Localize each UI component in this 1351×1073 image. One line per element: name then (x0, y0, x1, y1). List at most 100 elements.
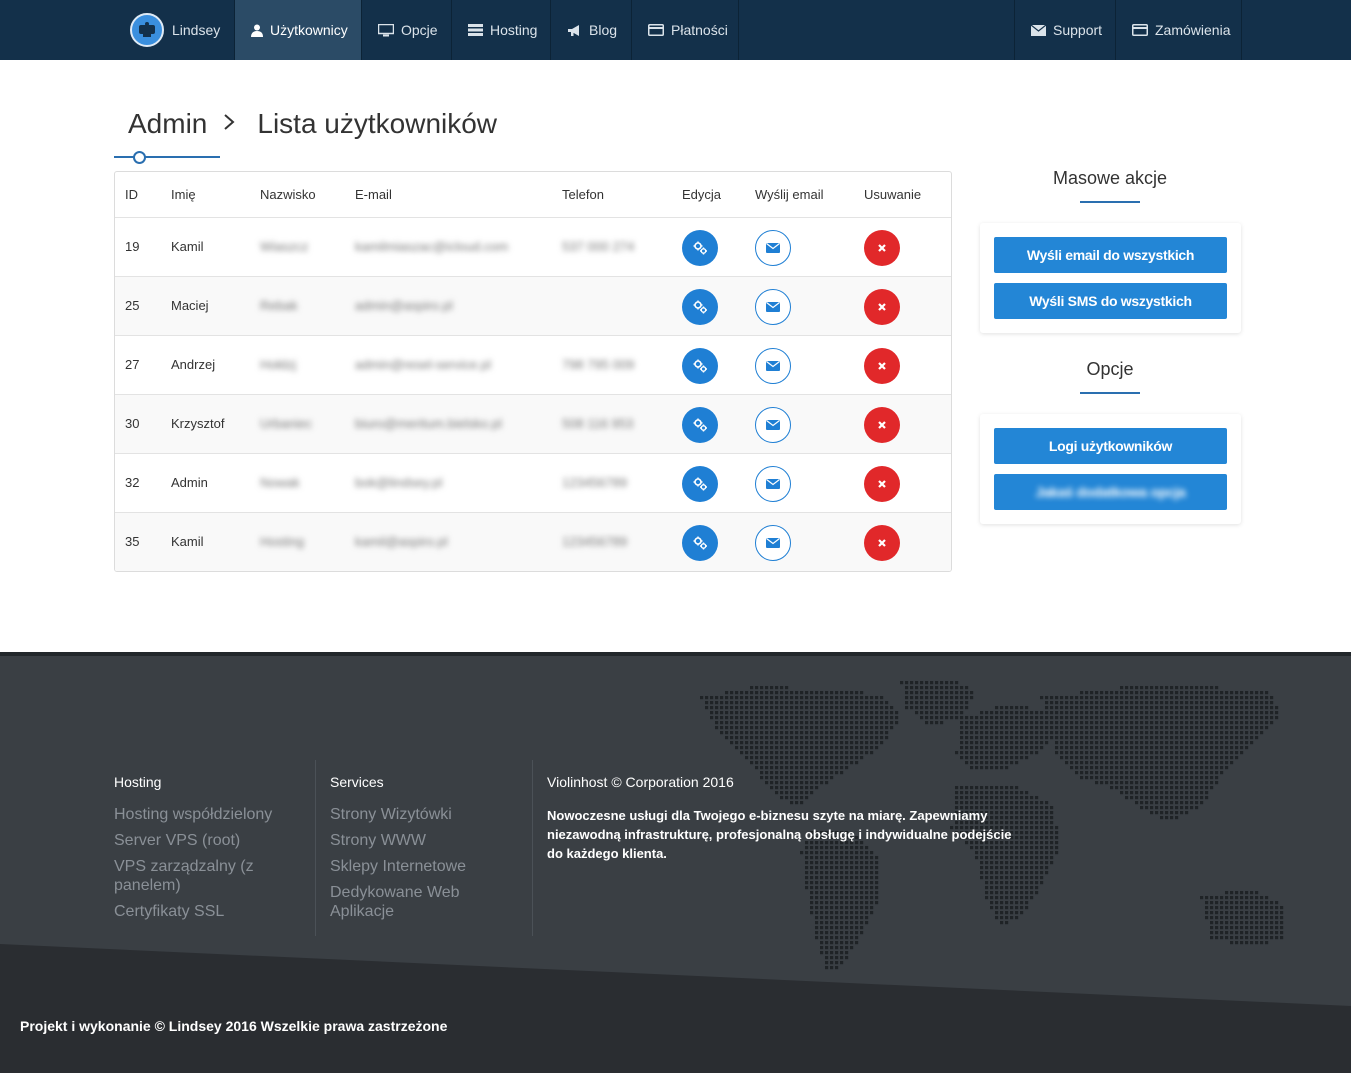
breadcrumb-root[interactable]: Admin (128, 108, 207, 140)
delete-button[interactable] (864, 407, 900, 443)
envelope-icon (766, 361, 780, 371)
footer-link[interactable]: Dedykowane Web Aplikacje (330, 883, 500, 921)
cell-email: admin@resel-service.pl (355, 357, 492, 372)
breadcrumb: Admin Lista użytkowników (128, 108, 497, 140)
cell-email: kamilmiaszac@icloud.com (355, 239, 509, 254)
cell-email: kamil@aspiro.pl (355, 534, 448, 549)
envelope-icon (766, 302, 780, 312)
footer-link[interactable]: Strony Wizytówki (330, 805, 452, 824)
extra-option-label: Jakaś dodatkowa opcja (1035, 484, 1186, 500)
close-icon (877, 479, 887, 489)
send-email-button[interactable] (755, 230, 791, 266)
cell-first: Kamil (171, 534, 204, 549)
mass-actions-title: Masowe akcje (1052, 168, 1168, 188)
footer-link[interactable]: Server VPS (root) (114, 831, 240, 850)
table-row: 32 Admin Nowak bok@lindsey.pl 123456789 (115, 454, 951, 513)
title-underline-dot (133, 151, 146, 164)
cell-first: Maciej (171, 298, 209, 313)
cell-id: 32 (125, 475, 140, 490)
gear-icon (692, 299, 708, 315)
nav-item-orders[interactable]: Zamówienia (1116, 0, 1242, 60)
nav-label: Blog (589, 22, 618, 38)
nav-item-users[interactable]: Użytkownicy (235, 0, 362, 60)
close-icon (877, 420, 887, 430)
footer-company-title: Violinhost © Corporation 2016 (547, 774, 734, 790)
column-header: ID (125, 187, 138, 202)
nav-label: Płatności (671, 22, 728, 38)
edit-button[interactable] (682, 466, 718, 502)
cell-last: Nowak (260, 475, 300, 490)
cell-id: 35 (125, 534, 140, 549)
cell-last: Hołdzj (260, 357, 297, 372)
cell-first: Krzysztof (171, 416, 225, 431)
send-email-button[interactable] (755, 289, 791, 325)
cell-email: biuro@meritum.bielsko.pl (355, 416, 502, 431)
table-row: 30 Krzysztof Urbaniec biuro@meritum.bielsko… (115, 395, 951, 454)
footer-link[interactable]: VPS zarządzalny (z panelem) (114, 857, 284, 895)
cell-email: admin@aspiro.pl (355, 298, 453, 313)
nav-item-hosting[interactable]: Hosting (452, 0, 551, 60)
envelope-icon (766, 538, 780, 548)
footer-divider (315, 760, 316, 936)
footer-link[interactable]: Certyfikaty SSL (114, 902, 224, 921)
cell-first: Admin (171, 475, 208, 490)
cell-first: Kamil (171, 239, 204, 254)
send-email-button[interactable] (755, 525, 791, 561)
footer-link[interactable]: Sklepy Internetowe (330, 857, 466, 876)
nav-item-blog[interactable]: Blog (551, 0, 632, 60)
edit-button[interactable] (682, 407, 718, 443)
users-table: ID Imię Nazwisko E-mail Telefon Edycja W… (114, 171, 952, 572)
nav-item-payments[interactable]: Płatności (632, 0, 739, 60)
close-icon (877, 302, 887, 312)
edit-button[interactable] (682, 348, 718, 384)
send-email-button[interactable] (755, 348, 791, 384)
cell-phone: 537 000 274 (562, 239, 635, 254)
credit-card-icon (648, 23, 664, 37)
nav-label: Support (1053, 22, 1103, 38)
footer-link[interactable]: Hosting współdzielony (114, 805, 272, 824)
close-icon (877, 538, 887, 548)
cell-last: Urbaniec (260, 416, 313, 431)
delete-button[interactable] (864, 525, 900, 561)
footer-link[interactable]: Strony WWW (330, 831, 426, 850)
extra-option-button[interactable]: Jakaś dodatkowa opcja (994, 474, 1227, 510)
delete-button[interactable] (864, 348, 900, 384)
cell-phone: 123456789 (562, 475, 628, 490)
send-sms-all-button[interactable]: Wyśli SMS do wszystkich (994, 283, 1227, 319)
brand-logo-icon (130, 13, 164, 47)
footer-description: Nowoczesne usługi dla Twojego e-biznesu … (547, 808, 1012, 861)
send-email-button[interactable] (755, 407, 791, 443)
monitor-icon (378, 23, 394, 37)
delete-button[interactable] (864, 230, 900, 266)
edit-button[interactable] (682, 230, 718, 266)
gear-icon (692, 535, 708, 551)
send-email-button[interactable] (755, 466, 791, 502)
column-header: Wyślij email (755, 187, 824, 202)
delete-button[interactable] (864, 289, 900, 325)
mass-actions-underline (1080, 201, 1140, 203)
cell-last: Rebak (260, 298, 298, 313)
mass-actions-card: Wyśli email do wszystkich Wyśli SMS do w… (980, 223, 1241, 333)
column-header: Edycja (682, 187, 722, 202)
user-logs-button[interactable]: Logi użytkowników (994, 428, 1227, 464)
options-title: Opcje (1086, 359, 1134, 379)
table-header: ID Imię Nazwisko E-mail Telefon Edycja W… (115, 172, 951, 218)
chevron-right-icon (223, 110, 235, 138)
delete-button[interactable] (864, 466, 900, 502)
envelope-icon (1031, 23, 1046, 37)
brand-name: Lindsey (172, 22, 221, 38)
edit-button[interactable] (682, 289, 718, 325)
server-icon (468, 23, 483, 37)
options-underline (1080, 392, 1140, 394)
table-row: 27 Andrzej Hołdzj admin@resel-service.pl 798… (115, 336, 951, 395)
cell-id: 25 (125, 298, 140, 313)
nav-item-support[interactable]: Support (1014, 0, 1116, 60)
close-icon (877, 361, 887, 371)
edit-button[interactable] (682, 525, 718, 561)
nav-item-options[interactable]: Opcje (362, 0, 452, 60)
brand-link[interactable]: Lindsey (118, 0, 235, 60)
envelope-icon (766, 479, 780, 489)
column-header: Imię (171, 187, 196, 202)
send-email-all-button[interactable]: Wyśli email do wszystkich (994, 237, 1227, 273)
gear-icon (692, 240, 708, 256)
